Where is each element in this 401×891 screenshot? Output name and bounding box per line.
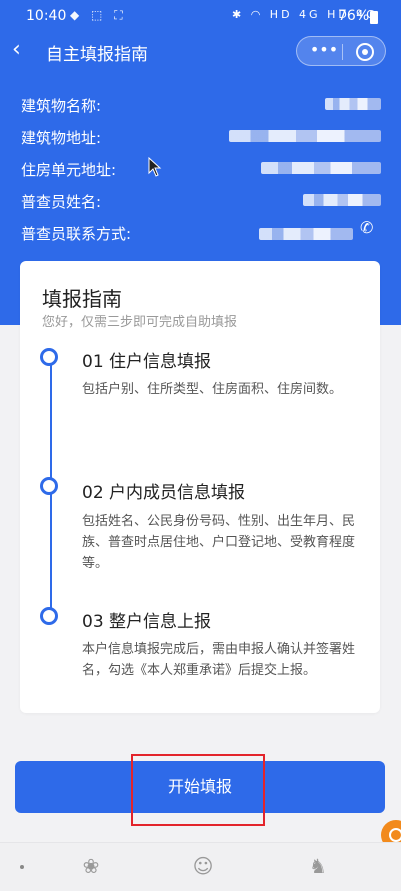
step-2-title: 02 户内成员信息填报 <box>82 483 246 503</box>
status-bar: 10:40 ◆ ⬚ ⛶ ✱ ◠ HD 4G HD 4G 76% <box>0 0 401 32</box>
bottom-navigation-bar: ❀ ☺ ♞ <box>0 842 401 891</box>
step-3-description: 本户信息填报完成后，需由申报人确认并签署姓名，勾选《本人郑重承诺》后提交上报。 <box>82 642 356 678</box>
step-3-title: 03 整户信息上报 <box>82 612 212 632</box>
battery-icon <box>370 11 378 24</box>
more-dots-icon[interactable]: ••• <box>307 40 341 62</box>
step-1-dot <box>40 348 58 366</box>
nav-dot-icon <box>20 865 24 869</box>
paw-icon[interactable]: ❀ <box>78 853 104 879</box>
building-name-label: 建筑物名称: <box>21 97 102 115</box>
target-icon[interactable] <box>356 43 374 61</box>
building-name-value <box>325 98 381 110</box>
nav-bar: ‹ 自主填报指南 ••• <box>0 32 401 72</box>
guide-title: 填报指南 <box>42 287 122 311</box>
miniprogram-capsule: ••• <box>296 36 386 66</box>
step-2-dot <box>40 477 58 495</box>
pet-icon[interactable]: ♞ <box>305 853 331 879</box>
step-2-description: 包括姓名、公民身份号码、性别、出生年月、民族、普查时点居住地、户口登记地、受教育… <box>82 514 356 571</box>
enumerator-name-label: 普查员姓名: <box>21 193 102 211</box>
battery-level: 76% <box>338 8 370 24</box>
chevron-left-icon[interactable]: ‹ <box>12 38 34 62</box>
pet-face-icon[interactable]: ☺ <box>190 853 216 879</box>
building-address-value <box>229 130 381 142</box>
capsule-divider <box>342 44 343 60</box>
step-1-description: 包括户别、住所类型、住房面积、住房间数。 <box>82 382 343 397</box>
unit-address-label: 住房单元地址: <box>21 161 117 179</box>
status-time: 10:40 <box>26 8 67 24</box>
mouse-cursor-icon <box>148 157 162 177</box>
guide-card: 填报指南 您好，仅需三步即可完成自助填报 01 住户信息填报 包括户别、住所类型… <box>20 261 380 713</box>
building-address-label: 建筑物地址: <box>21 129 102 147</box>
enumerator-contact-label: 普查员联系方式: <box>21 225 132 243</box>
enumerator-name-value <box>303 194 381 206</box>
start-filling-button[interactable]: 开始填报 <box>15 761 385 813</box>
page-title: 自主填报指南 <box>46 45 148 65</box>
step-3-dot <box>40 607 58 625</box>
phone-icon[interactable]: ✆ <box>360 218 373 237</box>
unit-address-value <box>261 162 381 174</box>
notification-icons: ◆ ⬚ ⛶ <box>70 8 127 22</box>
guide-subtitle: 您好，仅需三步即可完成自助填报 <box>42 315 238 330</box>
enumerator-contact-value <box>259 228 353 240</box>
step-1-title: 01 住户信息填报 <box>82 352 212 372</box>
